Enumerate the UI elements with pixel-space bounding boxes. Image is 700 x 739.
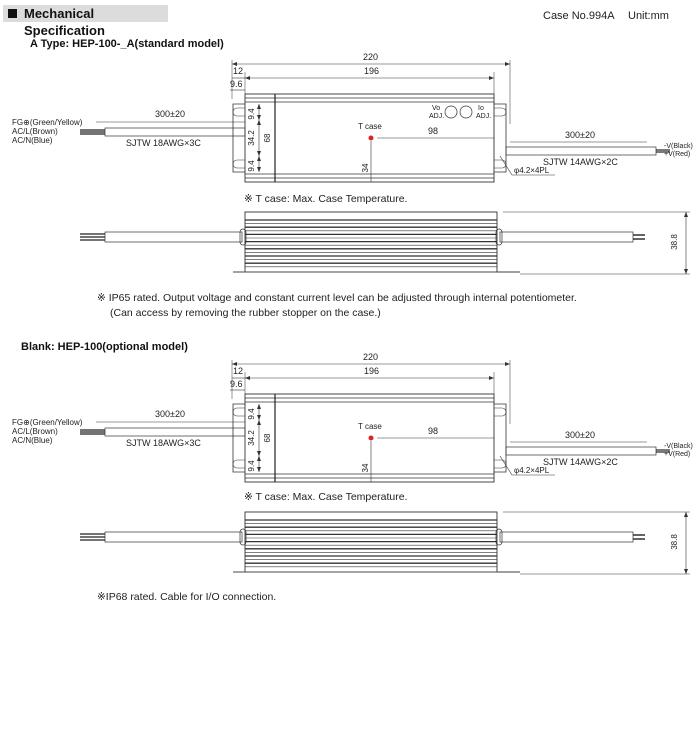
right-mount-slot bbox=[494, 107, 507, 169]
side-view-drawing-1: 38.8 bbox=[80, 511, 690, 575]
dim-mount-spacing-mid-arrow-bottom bbox=[257, 151, 261, 156]
dim-tcase-y-label: 34 bbox=[361, 463, 370, 472]
mount-hole-label: φ4.2×4PL bbox=[514, 466, 550, 475]
output-wire-label-neg: -V(Black) bbox=[664, 443, 693, 450]
dim-mount-offset-label: 9.6 bbox=[230, 79, 243, 89]
dim-mount-spacing-mid-arrow-bottom bbox=[257, 451, 261, 456]
dim-body-length-arrow-left bbox=[245, 76, 250, 80]
dim-body-length-label: 196 bbox=[364, 366, 379, 376]
input-wire-label-acl: AC/L(Brown) bbox=[12, 427, 58, 436]
input-cable-type-label: SJTW 18AWG×3C bbox=[126, 138, 201, 148]
dim-input-cable-length-label: 300±20 bbox=[155, 409, 185, 419]
dim-mount-offset-label: 9.6 bbox=[230, 379, 243, 389]
dim-mount-spacing-top-arrow-bottom bbox=[257, 115, 261, 120]
tcase-label: T case bbox=[358, 122, 382, 131]
vo-adj-label-2: ADJ. bbox=[429, 113, 444, 120]
side-output-cable bbox=[499, 231, 634, 243]
input-cable bbox=[104, 127, 246, 137]
output-cable bbox=[505, 446, 657, 456]
tcase-dot bbox=[368, 135, 374, 141]
dim-mount-spacing-bottom-label: 9.4 bbox=[247, 460, 256, 472]
side-input-cable bbox=[104, 231, 243, 243]
dim-mount-spacing-top-label: 9.4 bbox=[247, 108, 256, 120]
side-view-drawing-0: 38.8 bbox=[80, 211, 690, 275]
input-wire-label-acn: AC/N(Blue) bbox=[12, 436, 53, 445]
top-view-drawing-0: 220196129.69.434.29.468T case 9834VoADJ.I… bbox=[12, 52, 693, 183]
input-wire-label-fg: FG⊕(Green/Yellow) bbox=[12, 418, 83, 427]
dim-mount-spacing-bottom-arrow-bottom bbox=[257, 167, 261, 172]
dim-side-height-arrow-bottom bbox=[684, 569, 688, 574]
io-adj-hole-icon bbox=[459, 105, 473, 119]
dim-mount-spacing-top-arrow-bottom bbox=[257, 415, 261, 420]
dim-body-length-arrow-right bbox=[489, 376, 494, 380]
dim-side-height-label: 38.8 bbox=[670, 534, 679, 550]
io-adj-label: Io bbox=[478, 105, 484, 112]
side-input-cable bbox=[104, 531, 243, 543]
vo-adj-hole-icon bbox=[444, 105, 458, 119]
input-cable-type-label: SJTW 18AWG×3C bbox=[126, 438, 201, 448]
io-adj-label-2: ADJ. bbox=[476, 113, 491, 120]
mechanical-drawings: 220196129.69.434.29.468T case 9834VoADJ.I… bbox=[12, 52, 693, 575]
dim-body-length-arrow-right bbox=[489, 76, 494, 80]
output-wire-label-pos: +V(Red) bbox=[664, 151, 690, 158]
dim-overall-length-label: 220 bbox=[363, 52, 378, 62]
output-wire-label-pos: +V(Red) bbox=[664, 451, 690, 458]
dim-mount-spacing-bottom-label: 9.4 bbox=[247, 160, 256, 172]
dim-body-length-label: 196 bbox=[364, 66, 379, 76]
input-wire-label-acl: AC/L(Brown) bbox=[12, 127, 58, 136]
output-cable-type-label: SJTW 14AWG×2C bbox=[543, 457, 618, 467]
input-cable bbox=[104, 427, 246, 437]
dim-width-label: 68 bbox=[263, 133, 272, 142]
dim-mount-spacing-bottom-arrow-top bbox=[257, 156, 261, 161]
dim-mount-spacing-top-arrow-top bbox=[257, 104, 261, 109]
side-output-cable bbox=[499, 531, 634, 543]
dim-mount-spacing-mid-label: 34.2 bbox=[247, 430, 256, 446]
dim-mount-spacing-mid-label: 34.2 bbox=[247, 130, 256, 146]
dim-side-height-arrow-top bbox=[684, 212, 688, 217]
dim-body-length-arrow-left bbox=[245, 376, 250, 380]
dim-overall-length-arrow-right bbox=[505, 62, 510, 66]
tcase-dot bbox=[368, 435, 374, 441]
dim-mount-spacing-bottom-arrow-top bbox=[257, 456, 261, 461]
left-flange bbox=[232, 103, 245, 173]
dim-side-height-label: 38.8 bbox=[670, 234, 679, 250]
dim-overall-length-arrow-right bbox=[505, 362, 510, 366]
left-mount-slot bbox=[232, 107, 245, 169]
dim-mount-spacing-mid-arrow-top bbox=[257, 120, 261, 125]
dim-flange-offset-label: 12 bbox=[233, 66, 243, 76]
dim-mount-spacing-top-arrow-top bbox=[257, 404, 261, 409]
tcase-label: T case bbox=[358, 422, 382, 431]
vo-adj-label: Vo bbox=[432, 105, 440, 112]
dim-input-cable-length-label: 300±20 bbox=[155, 109, 185, 119]
top-view-drawing-1: 220 196 12 9.6 9.4 34.2 9.4 68 T case 98 34 300±20 S… bbox=[12, 352, 693, 483]
dim-side-height-arrow-bottom bbox=[684, 269, 688, 274]
left-flange bbox=[232, 403, 245, 473]
right-mount-slot bbox=[494, 407, 507, 469]
dim-tcase-x-label: 98 bbox=[428, 126, 438, 136]
dim-tcase-y-label: 34 bbox=[361, 163, 370, 172]
left-mount-slot bbox=[232, 407, 245, 469]
right-flange bbox=[494, 103, 507, 173]
dim-flange-offset-label: 12 bbox=[233, 366, 243, 376]
dim-mount-spacing-bottom-arrow-bottom bbox=[257, 467, 261, 472]
dim-overall-length-label: 220 bbox=[363, 352, 378, 362]
input-wire-label-acn: AC/N(Blue) bbox=[12, 136, 53, 145]
dim-output-cable-length-label: 300±20 bbox=[565, 430, 595, 440]
dim-mount-spacing-top-label: 9.4 bbox=[247, 408, 256, 420]
right-flange bbox=[494, 403, 507, 473]
output-wire-label-neg: -V(Black) bbox=[664, 143, 693, 150]
output-cable-type-label: SJTW 14AWG×2C bbox=[543, 157, 618, 167]
dim-width-label: 68 bbox=[263, 433, 272, 442]
dim-output-cable-length-label: 300±20 bbox=[565, 130, 595, 140]
dim-mount-spacing-mid-arrow-top bbox=[257, 420, 261, 425]
dim-side-height-arrow-top bbox=[684, 512, 688, 517]
dim-tcase-x-label: 98 bbox=[428, 426, 438, 436]
output-cable bbox=[505, 146, 657, 156]
input-wire-label-fg: FG⊕(Green/Yellow) bbox=[12, 118, 83, 127]
mount-hole-label: φ4.2×4PL bbox=[514, 166, 550, 175]
